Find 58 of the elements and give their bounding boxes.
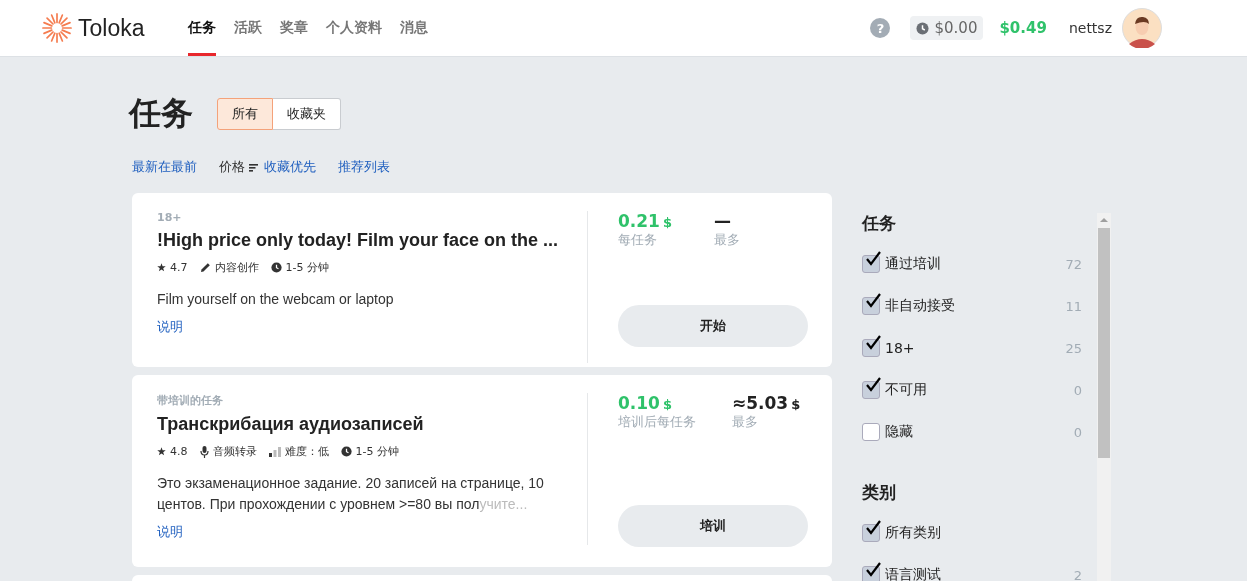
- task-card[interactable]: 18+ !High price only today! Film your face on the ... 4.7 内容创作 1-5 分钟 Film yourself on the webcam or laptop 说明 0.21 $ 每任务 — 最多 开始: [132, 193, 832, 367]
- task-description: Film yourself on the webcam or laptop: [157, 290, 395, 309]
- pending-amount: $0.00: [934, 19, 978, 37]
- price-label: 培训后每任务: [618, 413, 696, 431]
- instructions-link[interactable]: 说明: [157, 523, 183, 541]
- filter-count: 2: [1073, 567, 1082, 581]
- sort-link[interactable]: 最新在最前: [132, 158, 197, 176]
- price: 0.10 $: [618, 393, 673, 413]
- max-label: 最多: [714, 231, 741, 249]
- nav-tab[interactable]: 消息: [400, 3, 428, 56]
- logo-text: Toloka: [78, 14, 145, 42]
- task-title[interactable]: !High price only today! Film your face on the ...: [157, 230, 559, 251]
- filter-label: 所有类别: [885, 524, 941, 542]
- filter-tab[interactable]: 所有: [217, 98, 273, 130]
- meta-text: 内容创作: [214, 260, 259, 275]
- task-title[interactable]: Транскрибация аудиозаписей: [157, 414, 424, 435]
- task-card[interactable]: 带培训的任务 Транскрибация аудиозаписей 4.8 音频转录 难度：低 1-5 分钟 Это экзаменационное задание. 20 записей на странице, 10 центов. При прохождении с уровнем >=80 вы получите... 说明 0.10 $ 培训后每任务 ≈5.03 $ 最多 培训: [132, 375, 832, 567]
- sort-link[interactable]: 收藏优先: [264, 158, 316, 176]
- filter-count: 25: [1065, 340, 1082, 356]
- task-description: Это экзаменационное задание. 20 записей на странице, 10 центов. При прохождении с уровнем >=80 вы получите...: [157, 474, 545, 514]
- meta-text: 1-5 分钟: [285, 260, 329, 275]
- meta-text: 1-5 分钟: [355, 444, 399, 459]
- rating: 4.8: [170, 445, 188, 458]
- filter-count: 0: [1073, 424, 1082, 440]
- nav-tab[interactable]: 奖章: [280, 3, 308, 56]
- filter-label: 18+: [885, 340, 915, 356]
- filter-label: 通过培训: [885, 255, 941, 273]
- task-tag: 18+: [157, 211, 587, 224]
- price-label: 每任务: [618, 231, 658, 249]
- max-earnings: ≈5.03 $: [732, 393, 801, 413]
- nav-tab[interactable]: 任务: [188, 3, 216, 56]
- sort-link[interactable]: 推荐列表: [338, 158, 390, 176]
- filter-tab[interactable]: 收藏夹: [273, 98, 341, 130]
- max-earnings: —: [714, 211, 732, 231]
- price: 0.21 $: [618, 211, 673, 231]
- meta-text: 难度：低: [284, 444, 329, 459]
- sort-link[interactable]: 价格: [219, 158, 258, 176]
- task-tag: 带培训的任务: [157, 393, 587, 408]
- filter-label: 非自动接受: [885, 297, 955, 315]
- max-label: 最多: [732, 413, 759, 431]
- filter-heading: 任务: [862, 212, 897, 235]
- rating: 4.7: [170, 261, 188, 274]
- meta-text: 音频转录: [212, 444, 257, 459]
- balance-amount: $0.49: [999, 19, 1047, 37]
- page-title: 任务: [129, 93, 193, 134]
- filter-label: 语言测试: [885, 566, 941, 581]
- filter-heading: 类别: [862, 481, 897, 504]
- filter-count: 11: [1065, 298, 1082, 314]
- username[interactable]: nettsz: [1068, 20, 1112, 36]
- task-button[interactable]: 开始: [618, 305, 808, 347]
- nav-tab[interactable]: 个人资料: [326, 3, 382, 56]
- filter-count: 72: [1065, 256, 1082, 272]
- instructions-link[interactable]: 说明: [157, 318, 183, 336]
- nav-tab[interactable]: 活跃: [234, 3, 262, 56]
- task-button[interactable]: 培训: [618, 505, 808, 547]
- filter-label: 隐藏: [885, 423, 913, 441]
- filter-label: 不可用: [885, 381, 927, 399]
- filter-count: 0: [1073, 382, 1082, 398]
